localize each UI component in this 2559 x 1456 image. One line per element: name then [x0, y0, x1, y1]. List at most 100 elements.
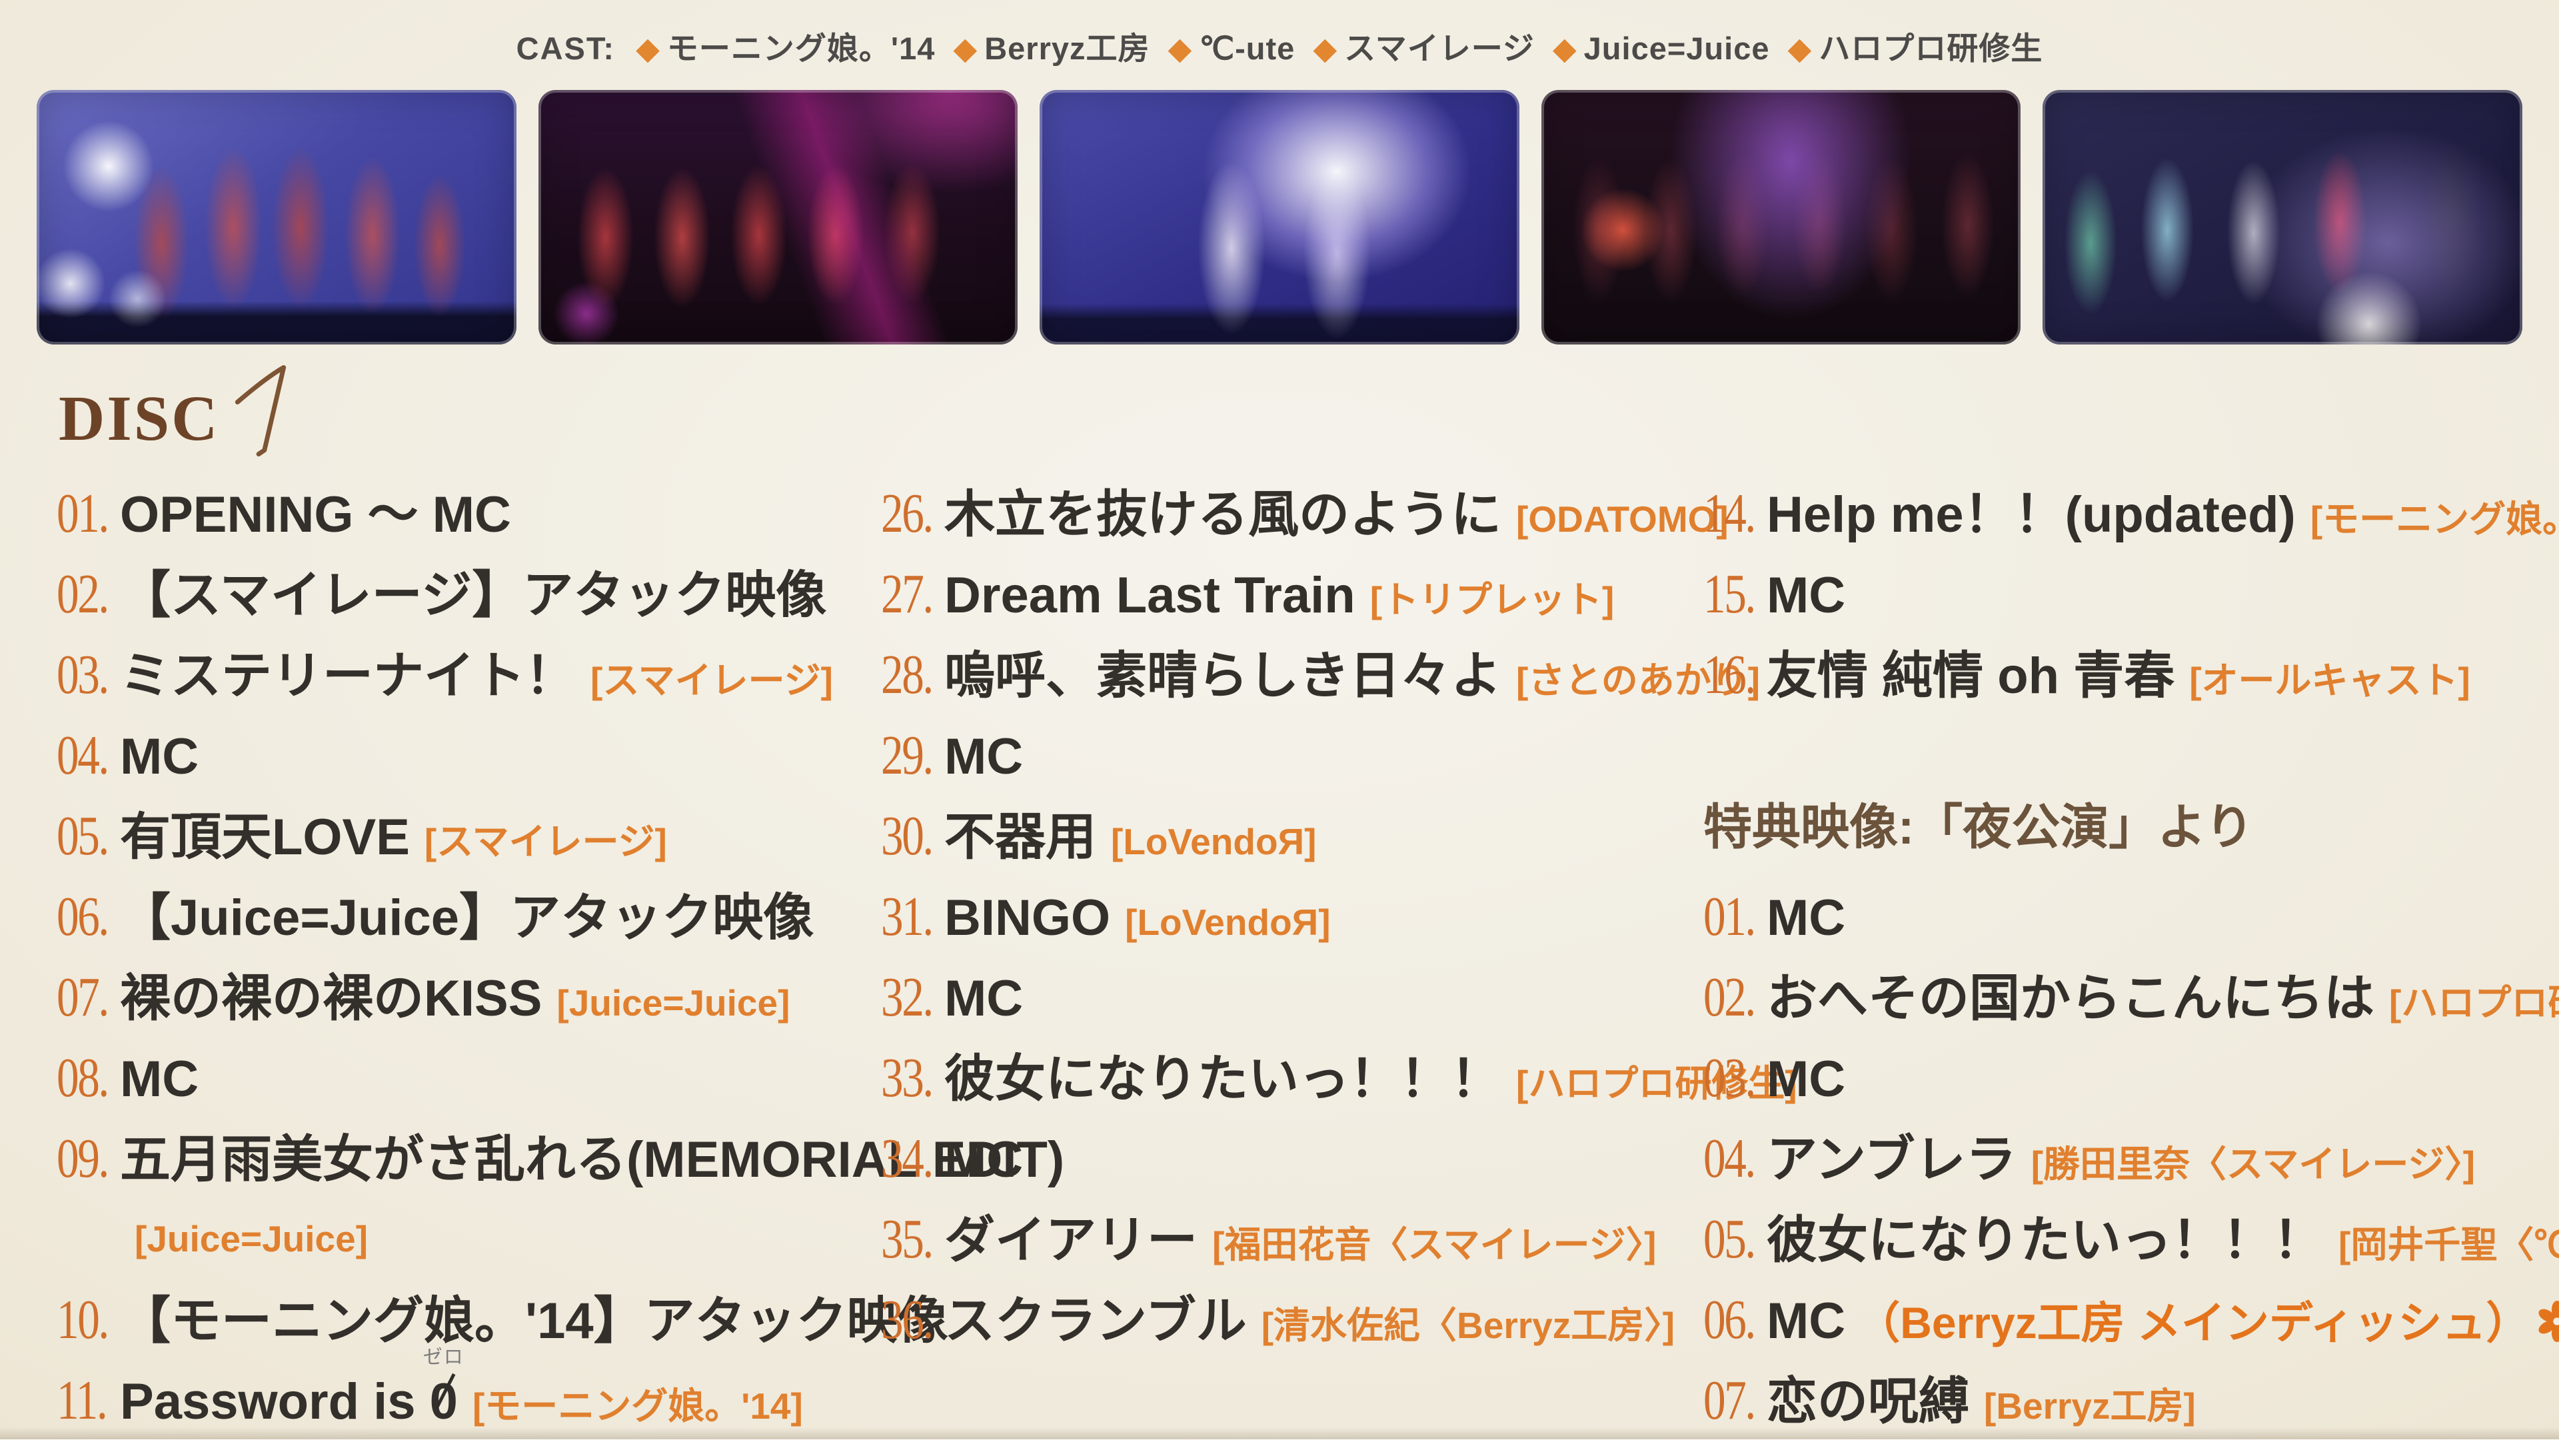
track-line: 02. 【スマイレージ】アタック映像: [57, 554, 826, 634]
track-title: 友情 純情 oh 青春: [1767, 648, 2174, 704]
track-cast: [スマイレージ]: [590, 660, 833, 701]
track-title: アンブレラ: [1767, 1131, 2017, 1188]
track-number: 14.: [1703, 473, 1754, 554]
track-row: 03.MC: [1703, 1038, 1845, 1118]
track-title: MC: [120, 728, 199, 785]
track-title: Password is 0ゼロ: [120, 1373, 458, 1430]
track-title: スクランブル: [944, 1293, 1247, 1349]
track-cast: [勝田里奈〈スマイレージ〉]: [2031, 1143, 2475, 1185]
tracklist-column-3: 14.Help me！！(updated)[モーニング娘。'14]15.MC16…: [1703, 0, 2559, 1439]
track-row: 27.Dream Last Train[トリプレット]: [881, 554, 1614, 634]
track-line: 32.MC: [881, 957, 1023, 1038]
track-number: 05.: [57, 796, 107, 876]
track-row: 35.ダイアリー[福田花音〈スマイレージ〉]: [881, 1199, 1656, 1279]
track-cast: [スマイレージ]: [425, 821, 667, 862]
track-row: 04.アンブレラ[勝田里奈〈スマイレージ〉]: [1703, 1118, 2475, 1199]
track-title: MC: [1767, 567, 1845, 624]
track-title: MC: [944, 728, 1023, 785]
track-number: 28.: [881, 634, 932, 715]
track-title: おへその国からこんにちは: [1767, 970, 2374, 1027]
track-title: 嗚呼、素晴らしき日々よ: [944, 648, 1501, 704]
track-number: 07.: [57, 957, 107, 1038]
track-row: 06. MC（Berryz工房 メインディッシュ）: [1703, 1279, 2559, 1360]
track-number: 30.: [881, 796, 932, 876]
track-title: MC: [120, 1051, 199, 1107]
bonus-videos-header: 特典映像:「夜公演」より: [1703, 787, 2254, 868]
track-title: 木立を抜ける風のように: [944, 486, 1501, 543]
track-line: 05.彼女になりたいっ！！！[岡井千聖〈℃-ute〉]: [1703, 1199, 2559, 1279]
track-row: 34.MC: [881, 1118, 1023, 1199]
track-number: 32.: [881, 957, 932, 1038]
track-note: （Berryz工房 メインディッシュ）: [1856, 1298, 2530, 1347]
track-cast: [オールキャスト]: [2189, 660, 2470, 701]
track-row: 07.裸の裸の裸のKISS[Juice=Juice]: [57, 957, 790, 1038]
track-line: 30.不器用 [LoVendoЯ]: [881, 796, 1316, 876]
track-row: 14.Help me！！(updated)[モーニング娘。'14]: [1703, 473, 2559, 554]
track-line: 04. MC: [57, 715, 199, 796]
tracklist-column-2: 26.木立を抜ける風のように[ODATOMO]27.Dream Last Tra…: [881, 0, 1707, 1439]
track-cast: [福田花音〈スマイレージ〉]: [1212, 1224, 1656, 1265]
track-line: 01. OPENING ～ MC: [57, 473, 511, 554]
track-title: MC: [944, 1131, 1023, 1188]
track-number: 01.: [57, 473, 107, 554]
track-line: 14.Help me！！(updated)[モーニング娘。'14]: [1703, 473, 2559, 554]
track-line: 26.木立を抜ける風のように [ODATOMO]: [881, 473, 1729, 554]
track-line: 05. 有頂天LOVE [スマイレージ]: [57, 796, 667, 876]
track-cast: [ハロプロ研修生]: [2389, 982, 2559, 1024]
track-row: 06.【Juice=Juice】アタック映像: [57, 876, 814, 957]
track-line: 33.彼女になりたいっ！！！[ハロプロ研修生]: [881, 1038, 1797, 1118]
track-title: 【スマイレージ】アタック映像: [120, 567, 826, 624]
track-line: 03.MC: [1703, 1038, 1845, 1118]
track-cast: [岡井千聖〈℃-ute〉]: [2338, 1224, 2559, 1265]
track-title: MC: [944, 970, 1023, 1027]
track-number: 02.: [1703, 957, 1754, 1038]
track-line: 06.【Juice=Juice】アタック映像: [57, 876, 814, 957]
track-number: 02.: [57, 554, 107, 634]
track-number: 15.: [1703, 554, 1754, 634]
track-number: 04.: [57, 715, 107, 796]
track-cast: [モーニング娘。'14]: [2310, 498, 2559, 540]
track-title: 不器用: [944, 809, 1096, 866]
track-line: 28.嗚呼、素晴らしき日々よ[さとのあかり]: [881, 634, 1760, 715]
track-number: 29.: [881, 715, 932, 796]
track-number: 03.: [57, 634, 107, 715]
track-title: 彼女になりたいっ！！！: [1767, 1212, 2324, 1269]
track-title: OPENING ～ MC: [120, 486, 511, 543]
track-cast: [Berryz工房]: [1984, 1385, 2196, 1427]
track-row: 16.友情 純情 oh 青春[オールキャスト]: [1703, 634, 2470, 715]
track-cast: [Juice=Juice]: [556, 982, 790, 1024]
track-row: 01. OPENING ～ MC: [57, 473, 511, 554]
track-number: 35.: [881, 1199, 932, 1279]
track-number: 09.: [57, 1118, 107, 1199]
track-line: 16.友情 純情 oh 青春[オールキャスト]: [1703, 634, 2470, 715]
track-cast: [LoVendoЯ]: [1111, 821, 1316, 862]
track-title: MC: [1767, 1051, 1845, 1107]
track-cast: [清水佐紀〈Berryz工房〉]: [1262, 1305, 1675, 1346]
track-row: 05.彼女になりたいっ！！！[岡井千聖〈℃-ute〉]: [1703, 1199, 2559, 1279]
track-row: 04. MC: [57, 715, 199, 796]
track-title: 彼女になりたいっ！！！: [944, 1051, 1501, 1107]
track-title: Dream Last Train: [944, 567, 1355, 624]
page-edge-shadow: [0, 1427, 2559, 1439]
florette-icon: [2536, 1301, 2559, 1342]
track-title: BINGO: [944, 890, 1110, 946]
track-title: MC: [1767, 1293, 1845, 1349]
track-row: 10.【モーニング娘。'14】アタック映像: [57, 1279, 948, 1360]
track-number: 06.: [57, 876, 107, 957]
track-cast: [モーニング娘。'14]: [472, 1385, 803, 1427]
track-number: 27.: [881, 554, 932, 634]
zero-slash: [435, 1373, 455, 1407]
track-line: 06. MC（Berryz工房 メインディッシュ）: [1703, 1279, 2559, 1360]
track-title: ミステリーナイト！: [120, 648, 576, 704]
track-line: 07.裸の裸の裸のKISS[Juice=Juice]: [57, 957, 790, 1038]
track-row: 30.不器用 [LoVendoЯ]: [881, 796, 1316, 876]
track-cast: [ODATOMO]: [1516, 498, 1729, 540]
track-number: 26.: [881, 473, 932, 554]
track-line: 02. おへその国からこんにちは [ハロプロ研修生]: [1703, 957, 2559, 1038]
track-title: 有頂天LOVE: [120, 809, 410, 866]
track-number: 06.: [1703, 1279, 1754, 1360]
track-row: 29.MC: [881, 715, 1023, 796]
booklet-page: CAST:◆モーニング娘。'14◆Berryz工房◆℃-ute◆スマイレージ◆J…: [0, 0, 2559, 1439]
track-line: 10.【モーニング娘。'14】アタック映像: [57, 1279, 948, 1360]
track-line: 08.MC: [57, 1038, 199, 1118]
